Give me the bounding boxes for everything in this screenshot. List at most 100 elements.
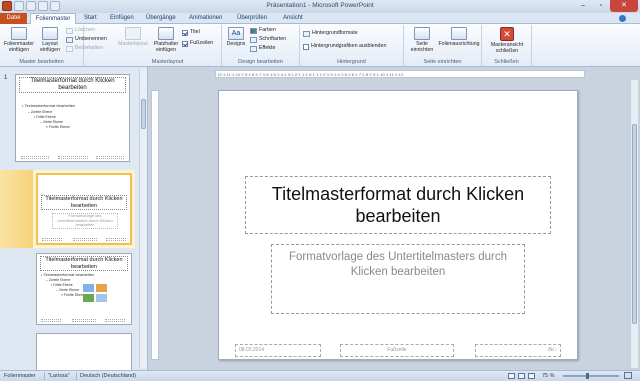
thumbnail-footer-box [105, 319, 125, 322]
delete-button[interactable]: Löschen [66, 27, 95, 34]
page-setup-icon [414, 27, 430, 40]
slide-orientation-icon [451, 27, 467, 40]
thumbnail-title: Titelmasterformat durch Klicken bearbeit… [41, 195, 127, 210]
subtitle-placeholder[interactable]: Formatvorlage des Untertitelmasters durc… [271, 244, 525, 314]
background-formats-button[interactable]: Hintergrundformate [303, 30, 358, 37]
group-label-master-layout: Masterlayout [151, 59, 184, 65]
tab-file[interactable]: Datei [0, 13, 27, 24]
thumbnail-footer-box [72, 319, 96, 322]
thumbnail-title-layout[interactable]: Titelmasterformat durch Klicken bearbeit… [36, 173, 132, 245]
ribbon: Folienmaster einfügen Layout einfügen Lö… [0, 24, 640, 67]
table-icon [83, 284, 94, 292]
fit-to-window-icon[interactable] [624, 372, 632, 379]
insert-master-button[interactable]: Folienmaster einfügen [2, 27, 36, 53]
tab-view[interactable]: Ansicht [283, 13, 303, 24]
insert-layout-icon [42, 27, 58, 40]
group-label-background: Hintergrund [337, 59, 366, 65]
insert-placeholder-icon [158, 27, 174, 40]
colors-icon [250, 27, 257, 34]
close-window-icon[interactable]: ✕ [610, 0, 638, 12]
thumbnail-line: • Dritte Ebene [34, 115, 56, 119]
designs-icon: Aa [228, 27, 244, 40]
effects-button[interactable]: Effekte [250, 45, 275, 52]
title-placeholder[interactable]: Titelmasterformat durch Klicken bearbeit… [245, 176, 551, 234]
insert-master-icon [11, 27, 27, 40]
thumbnail-footer-box [73, 238, 97, 241]
footer-checkbox[interactable]: Fußzeilen [182, 40, 213, 47]
insert-placeholder-button[interactable]: Platzhalter einfügen [150, 27, 182, 53]
delete-icon [66, 27, 73, 34]
rename-button[interactable]: Umbenennen [66, 36, 107, 43]
group-label-close: Schließen [494, 59, 519, 65]
window-title: Präsentation1 - Microsoft PowerPoint [266, 2, 374, 9]
tab-start[interactable]: Start [84, 13, 97, 24]
thumbnail-line: – Vierte Ebene [40, 120, 64, 124]
tab-animations[interactable]: Animationen [189, 13, 222, 24]
master-layout-icon [125, 27, 141, 40]
minimize-icon[interactable]: – [574, 0, 592, 12]
thumbnail-footer-box [106, 238, 126, 241]
group-close: ✕ Masteransicht schließen Schließen [482, 25, 532, 66]
thumbnail-scroll-thumb[interactable] [141, 99, 146, 129]
tab-transitions[interactable]: Übergänge [146, 13, 176, 24]
editor-scroll-thumb[interactable] [632, 124, 637, 324]
maximize-icon[interactable]: ▫ [592, 0, 610, 12]
thumbnail-line: – Vierte Ebene [56, 288, 80, 292]
status-language[interactable]: Deutsch (Deutschland) [80, 371, 136, 381]
slide-canvas[interactable]: Titelmasterformat durch Klicken bearbeit… [218, 90, 578, 360]
footer-placeholder[interactable]: Fußzeile [340, 344, 454, 357]
thumbnail-footer-box [21, 156, 49, 159]
status-view-name: Folienmaster [4, 373, 36, 379]
status-separator [44, 372, 45, 380]
zoom-slider[interactable] [563, 375, 619, 377]
hide-background-graphics-checkbox[interactable]: Hintergrundgrafiken ausblenden [303, 43, 386, 50]
thumbnail-footer-box [41, 319, 61, 322]
preserve-button[interactable]: Beibehalten [66, 45, 103, 52]
thumbnail-partial[interactable] [36, 333, 132, 373]
thumbnail-title: Titelmasterformat durch Klicken bearbeit… [19, 77, 126, 93]
thumbnail-footer-box [96, 156, 124, 159]
title-checkbox-box[interactable] [182, 29, 188, 36]
hide-background-checkbox-box[interactable] [303, 43, 309, 50]
thumbnail-number: 1 [4, 75, 8, 81]
thumbnail-footer-box [42, 238, 62, 241]
slide-thumbnail-pane: 1 Titelmasterformat durch Klicken bearbe… [0, 67, 148, 373]
thumbnail-master[interactable]: Titelmasterformat durch Klicken bearbeit… [15, 74, 130, 162]
page-setup-button[interactable]: Seite einrichten [406, 27, 438, 53]
close-master-view-button[interactable]: ✕ Masteransicht schließen [485, 27, 529, 54]
group-design: Aa Designs Farben Schriftarten Effekte D… [222, 25, 300, 66]
chart-icon [96, 284, 107, 292]
date-placeholder[interactable]: 08.03.2014 [235, 344, 321, 357]
thumbnail-line: » Fünfte Ebene [61, 293, 85, 297]
help-icon[interactable] [619, 15, 626, 22]
picture-icon [96, 294, 107, 302]
sorter-view-icon[interactable] [518, 373, 525, 379]
footer-checkbox-box[interactable] [182, 40, 188, 47]
insert-layout-button[interactable]: Layout einfügen [36, 27, 64, 53]
zoom-slider-knob[interactable] [586, 373, 589, 379]
group-label-page-setup: Seite einrichten [423, 59, 462, 65]
editor-scrollbar[interactable] [630, 80, 638, 368]
group-master-layout: Masterlayout Platzhalter einfügen Titel … [114, 25, 222, 66]
colors-button[interactable]: Farben [250, 27, 276, 34]
thumbnail-scrollbar[interactable] [139, 69, 147, 368]
thumbnail-content-layout[interactable]: Titelmasterformat durch Klicken bearbeit… [36, 253, 132, 325]
slide-number-placeholder[interactable]: ‹Nr.› [475, 344, 561, 357]
tab-insert[interactable]: Einfügen [110, 13, 134, 24]
tab-review[interactable]: Überprüfen [237, 13, 267, 24]
preserve-icon [66, 45, 73, 52]
zoom-level[interactable]: 75 % [542, 371, 555, 381]
normal-view-icon[interactable] [508, 373, 515, 379]
title-checkbox[interactable]: Titel [182, 29, 200, 36]
fonts-button[interactable]: Schriftarten [250, 36, 286, 43]
status-bar: Folienmaster "Larissa" Deutsch (Deutschl… [0, 370, 640, 381]
reading-view-icon[interactable] [528, 373, 535, 379]
slide-orientation-button[interactable]: Folienausrichtung [438, 27, 480, 47]
thumbnail-line: • Dritte Ebene [51, 283, 73, 287]
designs-button[interactable]: Aa Designs [224, 27, 248, 47]
status-separator [76, 372, 77, 380]
group-label-design: Design bearbeiten [238, 59, 283, 65]
thumbnail-line: • Textmasterformat bearbeiten [22, 103, 76, 108]
master-layout-button[interactable]: Masterlayout [116, 27, 150, 47]
thumbnail-footer-box [58, 156, 88, 159]
